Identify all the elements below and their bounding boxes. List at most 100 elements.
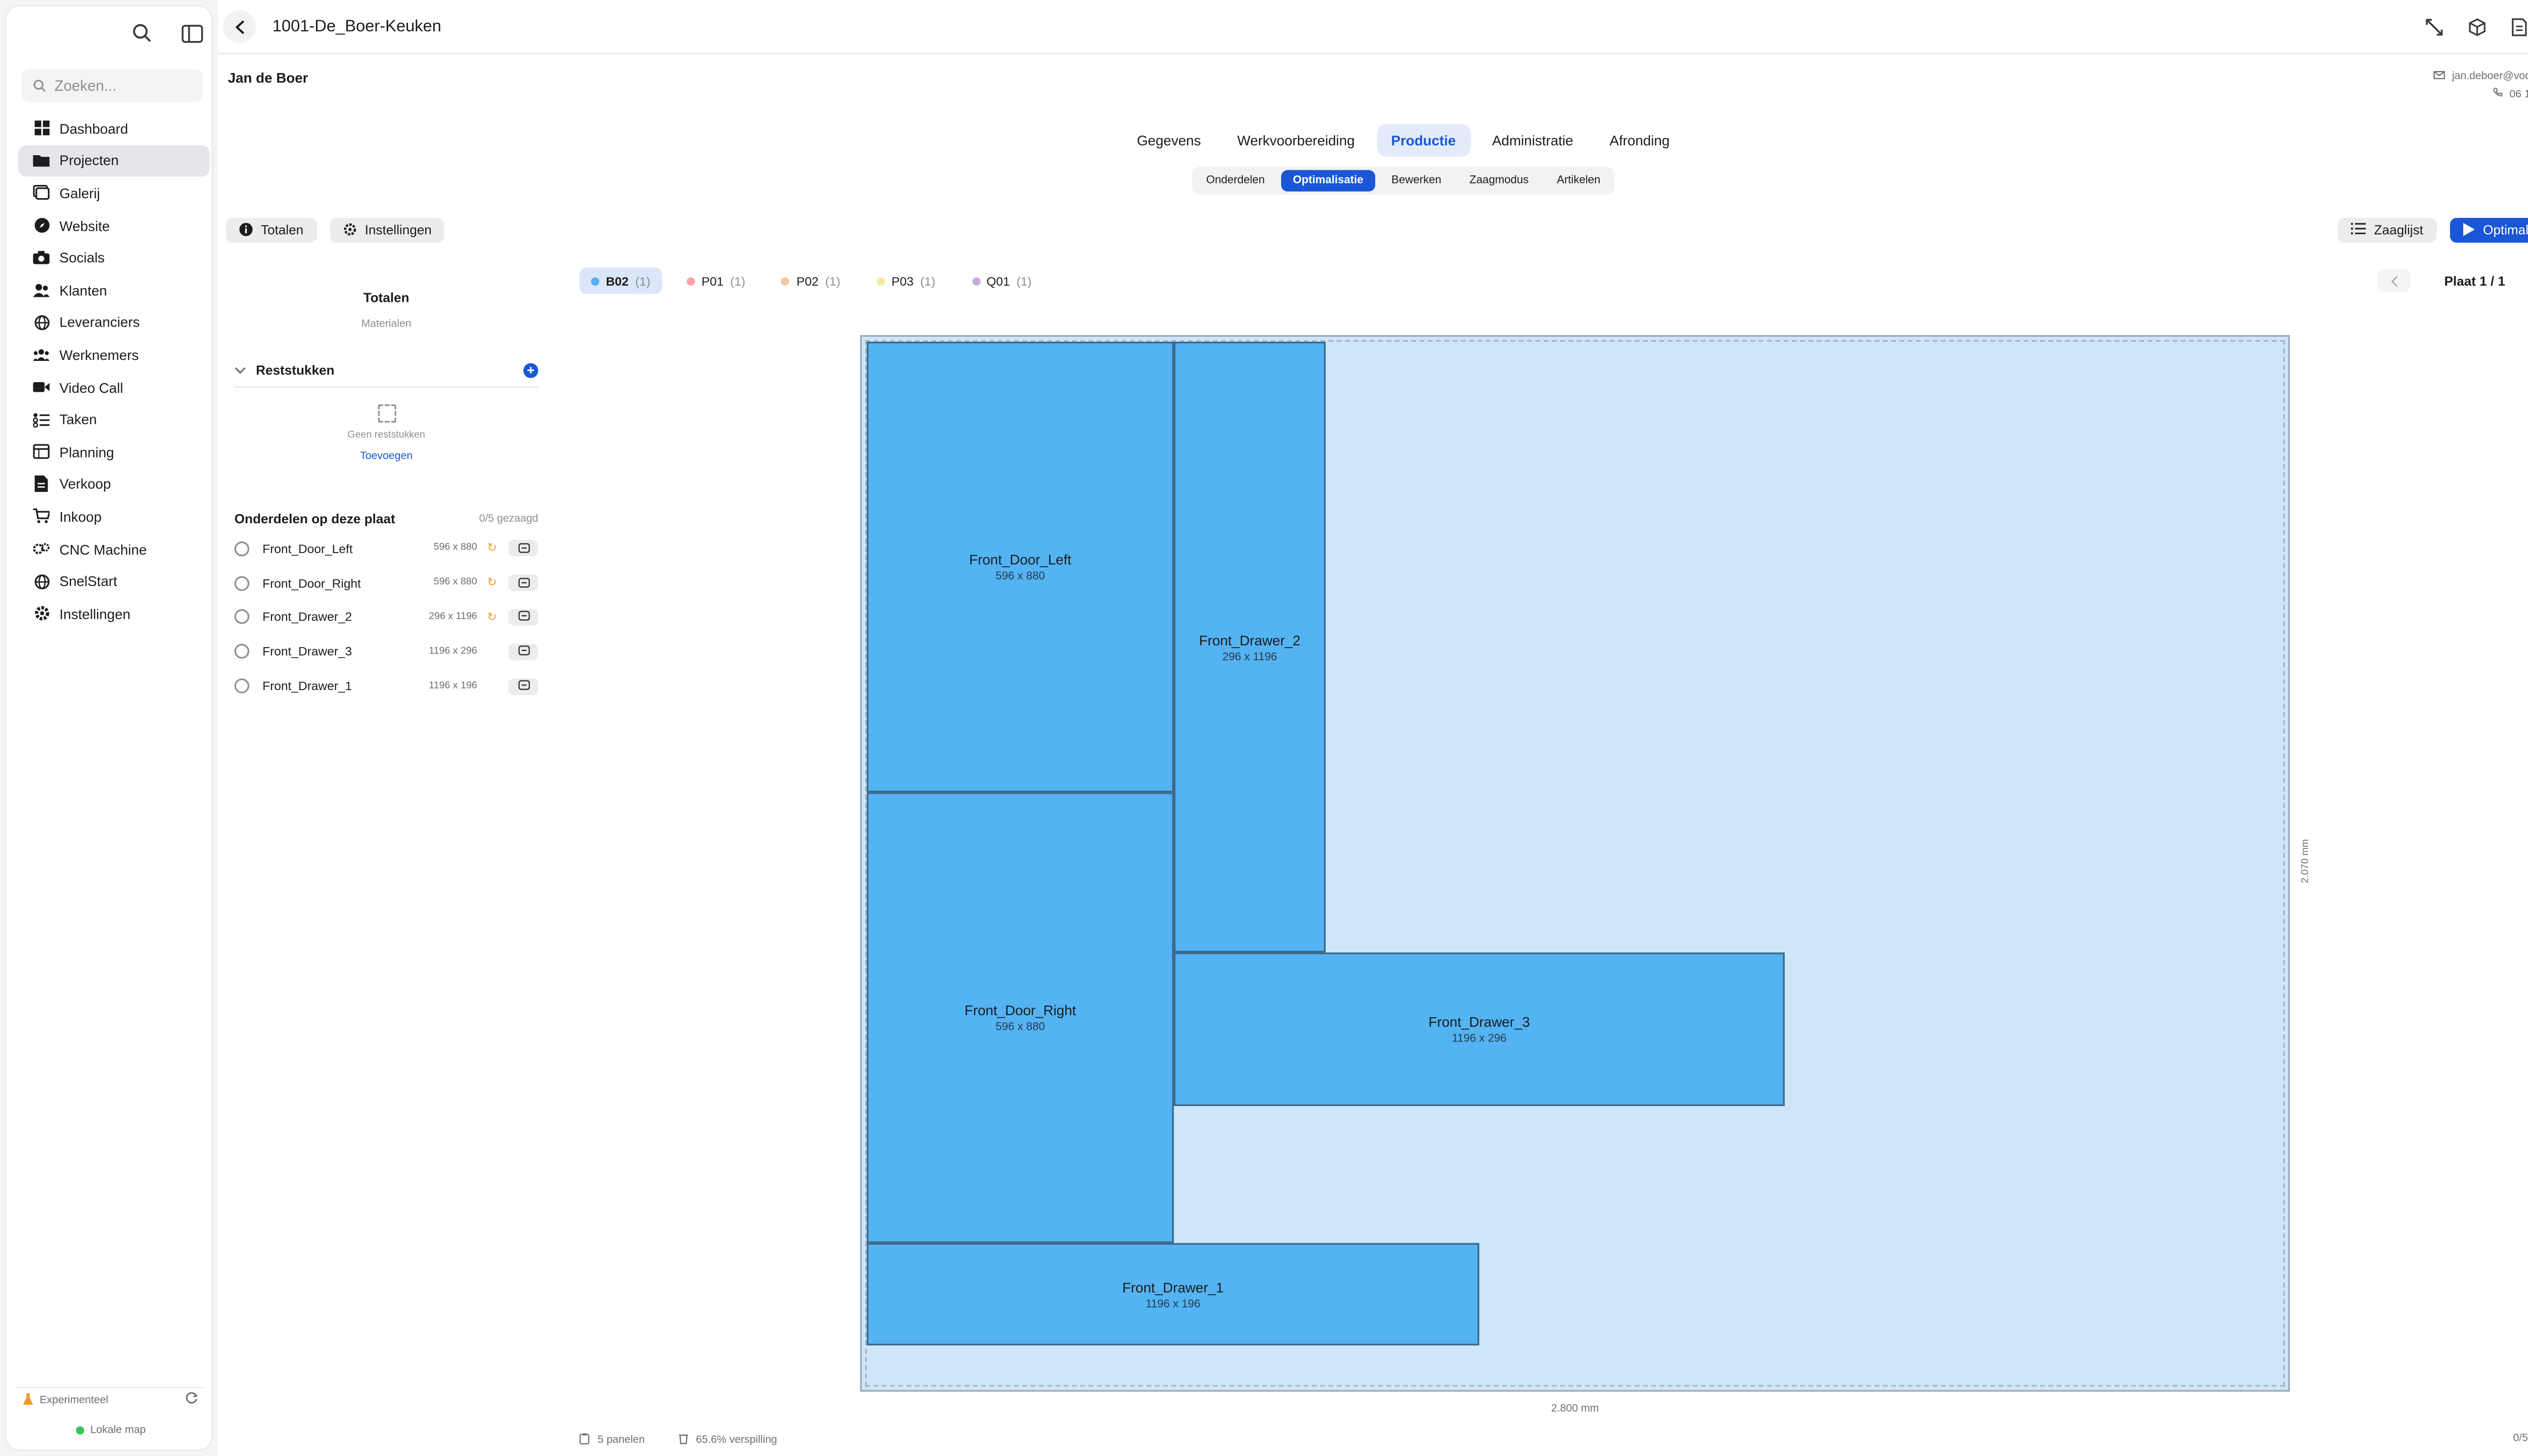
piece-front-door-left[interactable]: Front_Door_Left 596 x 880 [867,341,1174,793]
material-count: (1) [825,273,841,288]
app-root: Zoeken... Dashboard Projecten Galerij We… [0,0,2528,1456]
material-code: P03 [891,273,914,288]
totals-button[interactable]: Totalen [226,218,317,243]
piece-front-drawer-2[interactable]: Front_Drawer_2 296 x 1196 [1173,341,1326,953]
material-chip-p02[interactable]: P02 (1) [770,267,852,294]
sidebar-item-website[interactable]: Website [18,209,210,242]
previous-plate-button[interactable] [2377,269,2411,292]
sidebar-item-cnc-machine[interactable]: CNC Machine [18,533,210,565]
material-count: (1) [920,273,935,288]
part-dimensions: 296 x 1196 [429,612,477,622]
subtab-bewerken[interactable]: Bewerken [1380,170,1453,191]
subtab-onderdelen[interactable]: Onderdelen [1195,170,1277,191]
part-action-button[interactable] [508,574,538,592]
rotate-icon[interactable]: ↻ [485,576,499,589]
part-action-button[interactable] [508,643,538,660]
globe-icon [33,573,50,589]
sidebar-item-socials[interactable]: Socials [18,242,210,274]
tab-administratie[interactable]: Administratie [1477,124,1588,157]
part-radio[interactable] [234,644,250,659]
experimental-label: Experimenteel [39,1394,109,1406]
piece-front-door-right[interactable]: Front_Door_Right 596 x 880 [867,792,1174,1243]
sidebar-item-projecten[interactable]: Projecten [18,145,210,177]
tab-werkvoorbereiding[interactable]: Werkvoorbereiding [1223,124,1370,157]
sidebar-item-inkoop[interactable]: Inkoop [18,500,210,533]
part-action-button[interactable] [508,677,538,695]
settings-button[interactable]: Instellingen [330,218,445,243]
subtab-artikelen[interactable]: Artikelen [1545,170,1612,191]
sidebar-item-label: Taken [59,411,97,428]
rotate-icon[interactable]: ↻ [485,611,499,624]
saw-icon [517,541,529,556]
piece-dimensions: 596 x 880 [996,571,1045,583]
part-radio[interactable] [234,610,250,625]
add-reststuk-icon[interactable]: + [523,363,538,378]
search-icon[interactable] [129,20,155,46]
sub-tabs-group: Onderdelen Optimalisatie Bewerken Zaagmo… [1191,166,1615,195]
parts-count: 0/5 gezaagd [479,513,538,525]
totals-subtitle: Materialen [361,318,412,331]
back-button[interactable] [222,10,256,43]
document-icon [33,476,50,493]
optimize-button[interactable]: Optimaliseer [2450,218,2528,243]
refresh-icon[interactable] [185,1392,198,1408]
sidebar-item-klanten[interactable]: Klanten [18,274,210,306]
client-email-row[interactable]: jan.deboer@voorbeeld.nl [2434,68,2528,86]
sidebar-item-dashboard[interactable]: Dashboard [18,112,210,145]
sidebar-item-planning[interactable]: Planning [18,436,210,468]
sidebar-item-taken[interactable]: Taken [18,403,210,436]
part-row[interactable]: Front_Drawer_1 1196 x 196 ↻ [234,669,538,703]
piece-name: Front_Drawer_1 [1122,1278,1224,1295]
cube-icon[interactable] [2463,13,2490,39]
part-action-button[interactable] [508,609,538,626]
search-input[interactable]: Zoeken... [21,69,203,103]
sidebar-item-snelstart[interactable]: SnelStart [18,565,210,598]
experimental-toggle[interactable]: Experimenteel [16,1386,205,1412]
part-name: Front_Door_Right [262,575,361,590]
optimize-button-label: Optimaliseer [2483,222,2528,238]
images-icon [33,185,50,202]
sidebar-item-werknemers[interactable]: Werknemers [18,339,210,371]
plate-height-label: 2.070 mm [2301,784,2318,883]
sidebar: Zoeken... Dashboard Projecten Galerij We… [7,7,211,1449]
expand-icon[interactable] [2420,13,2447,39]
material-chip-b02[interactable]: B02 (1) [579,267,662,294]
rotate-icon[interactable]: ↻ [485,542,499,556]
sidebar-item-verkoop[interactable]: Verkoop [18,468,210,500]
part-radio[interactable] [234,541,250,557]
piece-front-drawer-3[interactable]: Front_Drawer_3 1196 x 296 [1173,952,1785,1106]
sidebar-item-instellingen[interactable]: Instellingen [18,598,210,630]
tab-gegevens[interactable]: Gegevens [1122,124,1215,157]
flask-icon [23,1392,33,1407]
material-count: (1) [1016,273,1032,288]
tab-afronding[interactable]: Afronding [1595,124,1685,157]
material-chip-q01[interactable]: Q01 (1) [960,267,1043,294]
status-bar: 5 panelen 65.6% verspilling [579,1433,777,1447]
tab-productie[interactable]: Productie [1376,123,1471,157]
subtab-zaagmodus[interactable]: Zaagmodus [1458,170,1540,191]
part-action-button[interactable] [508,540,538,557]
part-radio[interactable] [234,575,250,590]
reststukken-header[interactable]: Reststukken + [234,363,538,388]
part-name: Front_Drawer_3 [262,644,352,659]
part-radio[interactable] [234,678,250,694]
piece-front-drawer-1[interactable]: Front_Drawer_1 1196 x 196 [867,1243,1479,1346]
receipt-icon[interactable] [2506,13,2528,39]
add-reststuk-link[interactable]: Toevoegen [235,450,538,462]
material-chip-p03[interactable]: P03 (1) [865,267,947,294]
part-row[interactable]: Front_Drawer_3 1196 x 296 ↻ [234,634,538,669]
chevron-left-icon [234,19,244,33]
client-phone-row[interactable]: 06 12345678 [2434,86,2528,104]
part-row[interactable]: Front_Drawer_2 296 x 1196 ↻ [234,600,538,634]
client-phone: 06 12345678 [2509,89,2528,101]
subtab-optimalisatie[interactable]: Optimalisatie [1281,170,1375,192]
sidebar-item-video-call[interactable]: Video Call [18,371,210,403]
part-row[interactable]: Front_Door_Left 596 x 880 ↻ [234,531,538,566]
sidebar-toggle-icon[interactable] [178,20,205,46]
material-chip-p01[interactable]: P01 (1) [675,267,757,294]
piece-dimensions: 1196 x 196 [1145,1298,1201,1310]
part-row[interactable]: Front_Door_Right 596 x 880 ↻ [234,566,538,600]
sidebar-item-galerij[interactable]: Galerij [18,177,210,209]
sidebar-item-leveranciers[interactable]: Leveranciers [18,306,210,339]
sawlist-button[interactable]: Zaaglijst [2337,218,2436,243]
